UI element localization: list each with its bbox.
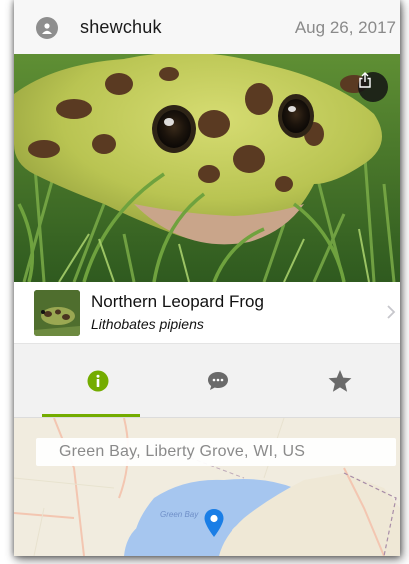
species-row[interactable]: Northern Leopard Frog Lithobates pipiens <box>14 282 400 344</box>
map-pin-icon[interactable] <box>203 508 225 538</box>
detail-tabs <box>14 344 400 418</box>
star-icon <box>328 370 352 392</box>
tab-info[interactable] <box>34 344 162 418</box>
location-map[interactable]: Green Bay, Liberty Grove, WI, US Green B… <box>14 418 400 556</box>
observation-photo[interactable] <box>14 54 400 282</box>
species-common-name: Northern Leopard Frog <box>91 292 264 311</box>
observation-date: Aug 26, 2017 <box>294 18 396 37</box>
info-icon <box>87 370 109 392</box>
water-label: Green Bay <box>160 510 199 519</box>
share-button[interactable] <box>358 72 388 102</box>
share-icon <box>359 72 371 88</box>
username[interactable]: shewchuk <box>80 17 162 38</box>
location-label: Green Bay, Liberty Grove, WI, US <box>36 438 396 466</box>
speech-bubble-icon <box>208 372 228 390</box>
chevron-right-icon <box>387 305 396 319</box>
species-scientific-name: Lithobates pipiens <box>91 316 204 332</box>
tab-favorites[interactable] <box>276 344 400 418</box>
frog-thumbnail-illustration <box>34 290 80 336</box>
frog-photo-illustration <box>14 54 400 282</box>
user-avatar[interactable] <box>36 17 58 39</box>
species-thumbnail <box>34 290 80 336</box>
observation-card: shewchuk Aug 26, 2017 Northern Leopard F… <box>14 0 400 556</box>
observation-header: shewchuk Aug 26, 2017 <box>14 0 400 54</box>
user-icon <box>42 23 52 34</box>
tab-comments[interactable] <box>154 344 282 418</box>
